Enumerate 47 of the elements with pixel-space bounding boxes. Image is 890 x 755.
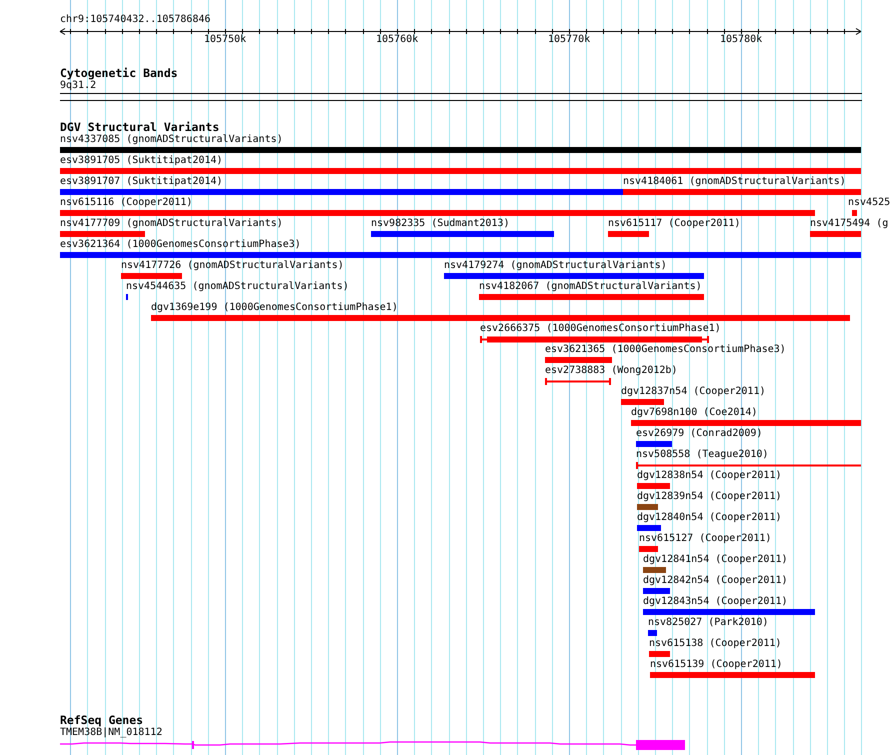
gene-label: TMEM38B|NM_018112 — [60, 727, 162, 739]
feature-label: dgv7698n100 (Coe2014) — [631, 407, 758, 419]
feature-label: esv3621364 (1000GenomesConsortiumPhase3) — [60, 239, 301, 251]
feature-label: nsv4177709 (gnomADStructuralVariants) — [60, 218, 283, 230]
feature-label: esv3891707 (Suktitipat2014) — [60, 176, 223, 188]
feature-label: nsv508558 (Teague2010) — [636, 449, 768, 461]
axis-label: 105760k — [376, 34, 418, 46]
feature-label: nsv615139 (Cooper2011) — [650, 659, 782, 671]
feature-label: esv26979 (Conrad2009) — [636, 428, 762, 440]
feature-label: nsv4184061 (gnomADStructuralVariants) — [623, 176, 846, 188]
feature-interval[interactable] — [545, 378, 611, 385]
feature-label: nsv4179274 (gnomADStructuralVariants) — [444, 260, 667, 272]
feature-label: dgv12838n54 (Cooper2011) — [637, 470, 782, 482]
axis-label: 105780k — [720, 34, 762, 46]
track-title: DGV Structural Variants — [60, 121, 220, 133]
feature-label: nsv4525 — [848, 197, 890, 209]
feature-label: nsv615117 (Cooper2011) — [608, 218, 740, 230]
track-title: RefSeq Genes — [60, 714, 144, 726]
location-label: chr9:105740432..105786846 — [60, 14, 211, 26]
feature-label: dgv12839n54 (Cooper2011) — [637, 491, 782, 503]
feature-label: nsv4544635 (gnomADStructuralVariants) — [126, 281, 349, 293]
feature-label: dgv1369e199 (1000GenomesConsortiumPhase1) — [151, 302, 398, 314]
feature-label: dgv12840n54 (Cooper2011) — [637, 512, 782, 524]
feature-label: nsv4182067 (gnomADStructuralVariants) — [479, 281, 702, 293]
feature-interval[interactable] — [636, 462, 861, 469]
feature-label: esv3621365 (1000GenomesConsortiumPhase3) — [545, 344, 786, 356]
feature-label: esv3891705 (Suktitipat2014) — [60, 155, 223, 167]
feature-label: esv2738883 (Wong2012b) — [545, 365, 678, 377]
feature-label: nsv4177726 (gnomADStructuralVariants) — [121, 260, 344, 272]
feature-bar[interactable] — [480, 336, 709, 343]
feature-label: dgv12843n54 (Cooper2011) — [643, 596, 788, 608]
feature-label: nsv615116 (Cooper2011) — [60, 197, 192, 209]
axis-label: 105770k — [548, 34, 590, 46]
feature-label: esv2666375 (1000GenomesConsortiumPhase1) — [480, 323, 721, 335]
feature-label: nsv982335 (Sudmant2013) — [371, 218, 510, 230]
feature-label: nsv825027 (Park2010) — [648, 617, 768, 629]
axis-label: 105750k — [204, 34, 246, 46]
feature-label: dgv12837n54 (Cooper2011) — [621, 386, 766, 398]
feature-label: nsv615127 (Cooper2011) — [639, 533, 772, 545]
feature-label: dgv12842n54 (Cooper2011) — [643, 575, 788, 587]
feature-label: dgv12841n54 (Cooper2011) — [643, 554, 788, 566]
feature-label: nsv4175494 (g — [810, 218, 888, 230]
feature-label: nsv4337085 (gnomADStructuralVariants) — [60, 134, 283, 146]
track-title: Cytogenetic Bands — [60, 67, 178, 79]
feature-label: nsv615138 (Cooper2011) — [649, 638, 782, 650]
band-label: 9q31.2 — [60, 80, 96, 92]
gene-model-drawing[interactable] — [60, 739, 686, 751]
